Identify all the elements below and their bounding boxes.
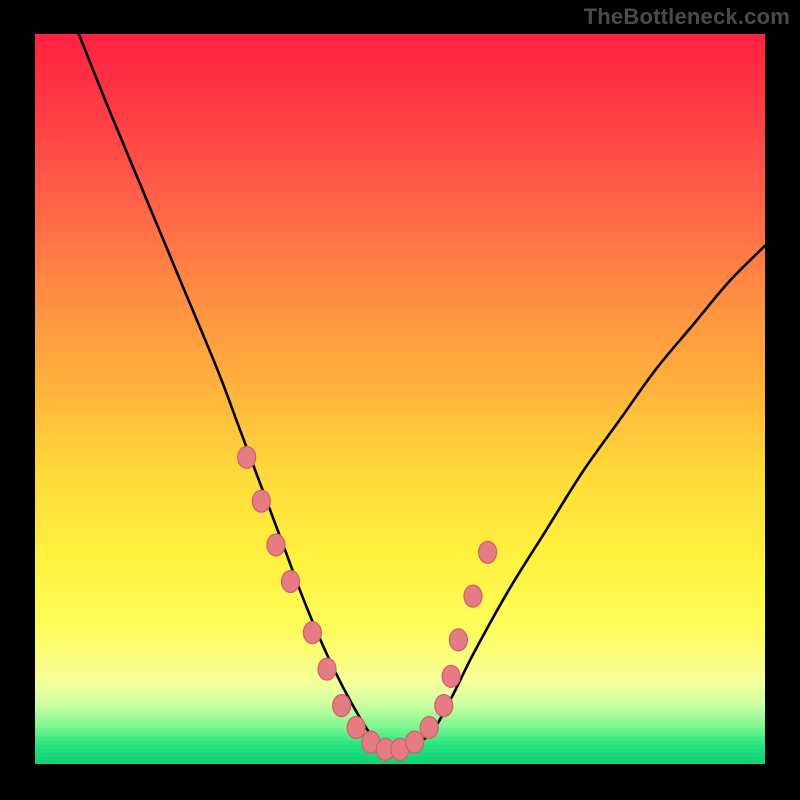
plot-area — [35, 34, 765, 764]
marker-point — [252, 490, 270, 512]
bottleneck-curve — [79, 34, 765, 751]
sample-markers — [238, 446, 497, 760]
marker-point — [303, 622, 321, 644]
marker-point — [479, 541, 497, 563]
watermark-label: TheBottleneck.com — [584, 4, 790, 30]
marker-point — [464, 585, 482, 607]
marker-point — [442, 665, 460, 687]
marker-point — [435, 695, 453, 717]
chart-svg — [35, 34, 765, 764]
marker-point — [449, 629, 467, 651]
marker-point — [406, 731, 424, 753]
marker-point — [318, 658, 336, 680]
marker-point — [282, 571, 300, 593]
marker-point — [267, 534, 285, 556]
marker-point — [420, 717, 438, 739]
marker-point — [333, 695, 351, 717]
marker-point — [238, 446, 256, 468]
chart-frame: TheBottleneck.com — [0, 0, 800, 800]
marker-point — [347, 717, 365, 739]
